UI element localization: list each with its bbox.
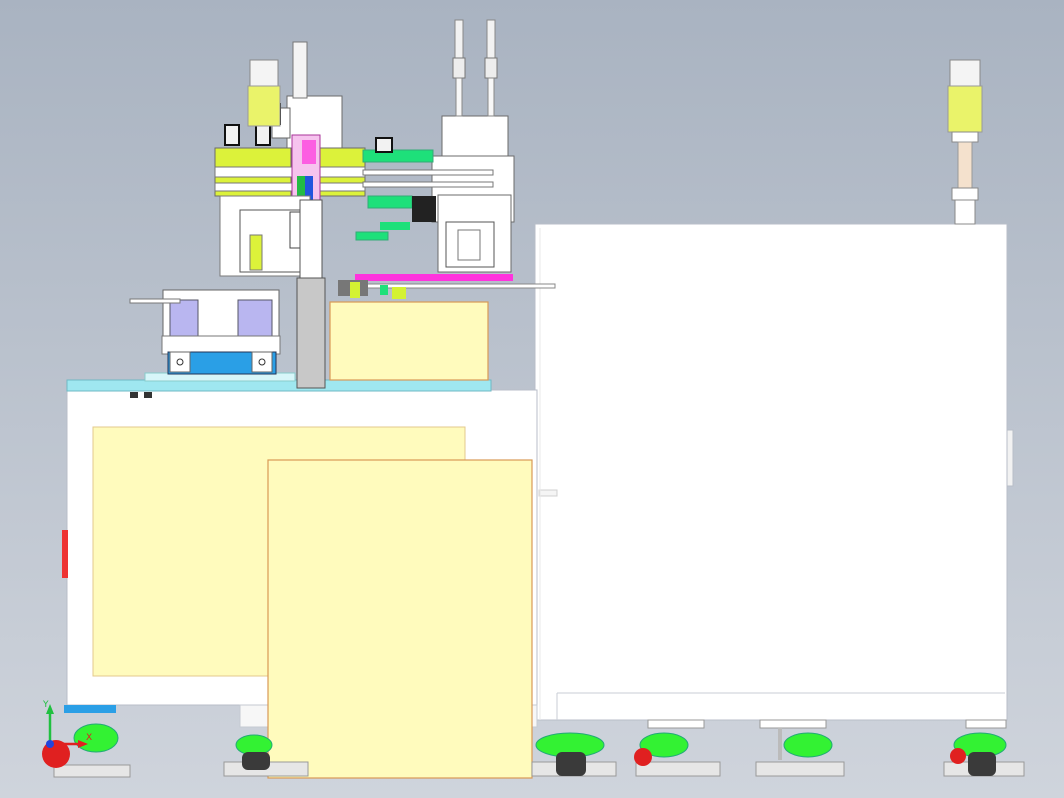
triad-y-label: Y bbox=[42, 700, 49, 710]
pressing-jig[interactable] bbox=[129, 289, 281, 375]
machine-assembly-drawing: Y X bbox=[42, 19, 1025, 779]
front-access-panel[interactable] bbox=[267, 459, 533, 779]
signal-tower-right bbox=[947, 59, 983, 225]
leveling-foot bbox=[531, 732, 617, 777]
leveling-foot bbox=[943, 719, 1025, 777]
cabinet-handle bbox=[1006, 429, 1014, 487]
signal-tower-left bbox=[247, 59, 281, 127]
leveling-foot bbox=[755, 719, 845, 777]
upper-access-panel[interactable] bbox=[329, 301, 489, 381]
z-axis-dot bbox=[46, 740, 54, 748]
table-top bbox=[66, 379, 492, 392]
leveling-foot bbox=[634, 719, 721, 777]
triad-x-label: X bbox=[86, 733, 92, 743]
emergency-stop-edge bbox=[62, 530, 68, 578]
right-cabinet[interactable] bbox=[534, 223, 1014, 721]
cad-viewport[interactable]: Y X bbox=[0, 0, 1064, 798]
pneumatic-rods bbox=[452, 19, 498, 117]
